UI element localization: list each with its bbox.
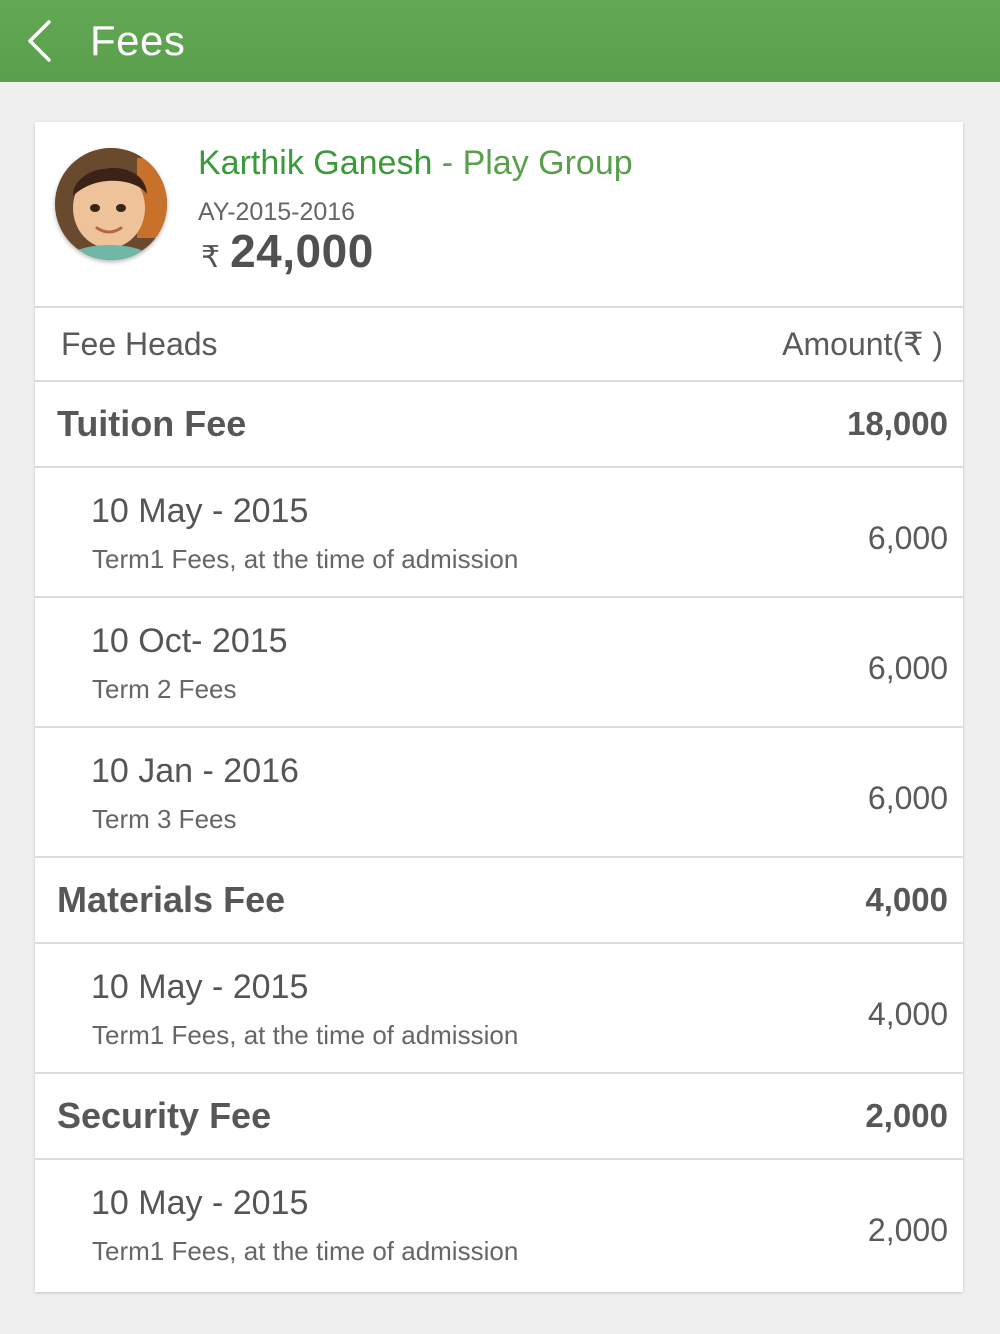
app-header: Fees (0, 0, 1000, 82)
fee-item-desc: Term 2 Fees (92, 674, 237, 704)
chevron-left-icon (28, 20, 51, 62)
back-button[interactable] (0, 0, 90, 82)
fees-card: Karthik Ganesh - Play Group AY-2015-2016… (35, 122, 963, 1292)
fee-group-tuition[interactable]: Tuition Fee 18,000 (35, 382, 963, 468)
rupee-icon: ₹ (201, 241, 221, 274)
fee-group-amount: 18,000 (847, 405, 948, 442)
col-fee-heads: Fee Heads (61, 325, 218, 362)
fee-group-label: Security Fee (57, 1095, 272, 1136)
fee-group-security[interactable]: Security Fee 2,000 (35, 1074, 963, 1160)
student-heading: Karthik Ganesh - Play Group (198, 144, 633, 183)
student-class: Play Group (462, 144, 633, 182)
fee-item-row[interactable]: 10 Jan - 2016 Term 3 Fees 6,000 (35, 728, 963, 858)
fee-item-date: 10 May - 2015 (91, 492, 309, 530)
fee-item-desc: Term1 Fees, at the time of admission (92, 1020, 519, 1050)
academic-year: AY-2015-2016 (198, 198, 356, 226)
fee-item-desc: Term1 Fees, at the time of admission (92, 544, 519, 574)
fee-item-amount: 6,000 (867, 520, 948, 556)
table-header: Fee Heads Amount(₹ ) (35, 308, 963, 382)
student-profile: Karthik Ganesh - Play Group AY-2015-2016… (35, 122, 963, 308)
fee-item-amount: 4,000 (867, 996, 948, 1032)
fee-item-date: 10 May - 2015 (91, 968, 309, 1006)
fee-group-label: Materials Fee (57, 879, 286, 920)
page-title: Fees (90, 17, 186, 64)
col-amount: Amount(₹ ) (782, 326, 943, 362)
fee-item-date: 10 May - 2015 (91, 1184, 309, 1222)
student-avatar[interactable] (55, 148, 167, 260)
total-amount-value: 24,000 (230, 225, 374, 277)
fee-item-desc: Term 3 Fees (92, 804, 237, 834)
fee-item-date: 10 Oct- 2015 (91, 622, 288, 660)
fee-item-row[interactable]: 10 May - 2015 Term1 Fees, at the time of… (35, 1160, 963, 1292)
fee-item-date: 10 Jan - 2016 (91, 752, 299, 790)
fee-group-label: Tuition Fee (57, 403, 247, 444)
student-name: Karthik Ganesh (198, 144, 433, 182)
fee-group-materials[interactable]: Materials Fee 4,000 (35, 858, 963, 944)
name-separator: - (432, 144, 463, 182)
fee-item-desc: Term1 Fees, at the time of admission (92, 1236, 519, 1266)
fee-item-amount: 6,000 (867, 780, 948, 816)
fee-item-amount: 2,000 (867, 1212, 948, 1248)
fee-group-amount: 2,000 (865, 1097, 948, 1134)
fee-item-row[interactable]: 10 May - 2015 Term1 Fees, at the time of… (35, 468, 963, 598)
fee-item-row[interactable]: 10 Oct- 2015 Term 2 Fees 6,000 (35, 598, 963, 728)
fee-item-row[interactable]: 10 May - 2015 Term1 Fees, at the time of… (35, 944, 963, 1074)
total-amount: ₹ 24,000 (201, 224, 374, 278)
fee-group-amount: 4,000 (865, 881, 948, 918)
fee-item-amount: 6,000 (867, 650, 948, 686)
